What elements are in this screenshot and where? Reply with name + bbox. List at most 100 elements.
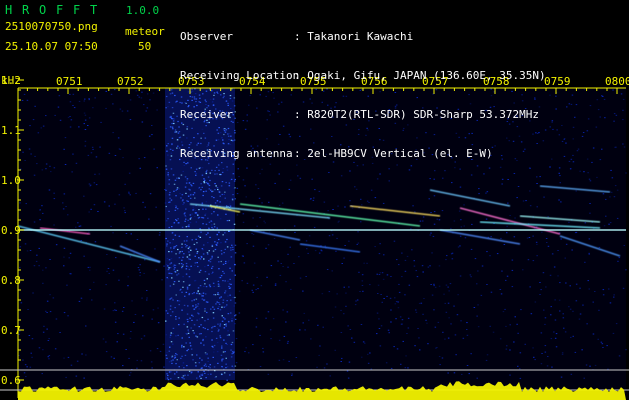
noise-speck: [287, 266, 289, 268]
noise-speck: [610, 169, 612, 171]
noise-band-speck: [192, 209, 194, 211]
noise-speck: [478, 188, 480, 190]
noise-speck: [78, 126, 80, 128]
noise-band-speck: [220, 185, 223, 187]
noise-speck: [517, 186, 520, 187]
noise-band-speck: [222, 263, 225, 265]
noise-speck: [415, 309, 417, 311]
noise-speck: [549, 274, 552, 276]
noise-speck: [421, 265, 424, 267]
noise-speck: [502, 311, 505, 313]
noise-speck: [45, 163, 48, 165]
noise-band-speck: [170, 262, 173, 264]
noise-speck: [404, 270, 407, 272]
noise-speck: [455, 354, 457, 356]
noise-speck: [586, 158, 589, 160]
noise-band-speck: [187, 219, 189, 221]
noise-speck: [353, 341, 356, 343]
noise-speck: [323, 201, 326, 203]
noise-band-speck: [189, 214, 192, 216]
noise-speck: [376, 178, 379, 180]
noise-speck: [356, 299, 359, 301]
noise-speck: [117, 333, 119, 335]
noise-band-speck: [175, 318, 177, 320]
noise-speck: [530, 313, 533, 315]
noise-speck: [572, 335, 574, 337]
noise-speck: [570, 336, 572, 338]
noise-speck: [97, 211, 99, 212]
noise-speck: [613, 296, 615, 298]
noise-band-speck: [168, 267, 170, 269]
noise-speck: [117, 137, 120, 139]
noise-band-speck: [197, 265, 199, 268]
noise-speck: [425, 319, 427, 321]
noise-band-speck: [165, 237, 167, 240]
noise-speck: [122, 157, 124, 159]
noise-speck: [347, 325, 349, 327]
noise-band-speck: [219, 195, 221, 197]
noise-speck: [259, 217, 261, 219]
noise-band-speck: [185, 246, 187, 248]
noise-speck: [545, 286, 547, 288]
noise-band-speck: [175, 353, 177, 355]
noise-band-speck: [230, 312, 232, 314]
noise-speck: [562, 317, 565, 319]
noise-speck: [554, 337, 557, 339]
noise-speck: [345, 292, 347, 294]
noise-band-speck: [204, 179, 206, 181]
noise-speck: [33, 265, 36, 267]
noise-speck: [308, 319, 310, 321]
noise-speck: [598, 246, 601, 248]
noise-speck: [444, 338, 446, 340]
noise-speck: [613, 120, 615, 122]
noise-speck: [130, 372, 132, 374]
noise-band-speck: [181, 265, 184, 267]
noise-band-speck: [183, 202, 185, 204]
noise-band-speck: [175, 316, 177, 318]
noise-speck: [501, 270, 503, 272]
noise-speck: [46, 300, 49, 302]
noise-band-speck: [211, 265, 214, 268]
noise-speck: [343, 286, 345, 288]
noise-speck: [112, 269, 115, 271]
noise-speck: [146, 93, 149, 95]
noise-speck: [389, 297, 392, 299]
noise-speck: [40, 127, 42, 129]
noise-speck: [468, 373, 470, 375]
noise-speck: [613, 196, 616, 198]
noise-speck: [477, 304, 479, 306]
noise-speck: [501, 178, 504, 180]
noise-speck: [112, 132, 114, 134]
noise-speck: [399, 316, 402, 318]
noise-band-speck: [201, 298, 204, 300]
noise-speck: [282, 266, 284, 267]
noise-speck: [438, 265, 441, 267]
noise-speck: [313, 197, 315, 199]
noise-band-speck: [224, 280, 226, 282]
noise-speck: [236, 187, 239, 189]
noise-speck: [360, 324, 363, 325]
noise-band-speck: [172, 118, 174, 120]
noise-speck: [558, 134, 561, 136]
noise-speck: [517, 332, 519, 334]
noise-speck: [142, 201, 144, 203]
noise-speck: [529, 286, 531, 288]
noise-band-speck: [213, 344, 216, 347]
noise-speck: [84, 129, 87, 130]
noise-speck: [547, 216, 549, 218]
noise-speck: [324, 245, 326, 247]
noise-speck: [550, 306, 552, 308]
noise-speck: [130, 331, 132, 332]
noise-band-speck: [172, 149, 174, 151]
noise-speck: [622, 109, 624, 111]
noise-speck: [595, 126, 598, 128]
noise-speck: [102, 338, 105, 340]
noise-band-speck: [225, 342, 227, 344]
noise-speck: [128, 192, 130, 194]
noise-speck: [608, 288, 610, 290]
noise-speck: [69, 93, 71, 95]
noise-speck: [601, 148, 603, 150]
noise-speck: [437, 321, 440, 323]
noise-speck: [41, 373, 43, 375]
noise-speck: [127, 285, 129, 287]
